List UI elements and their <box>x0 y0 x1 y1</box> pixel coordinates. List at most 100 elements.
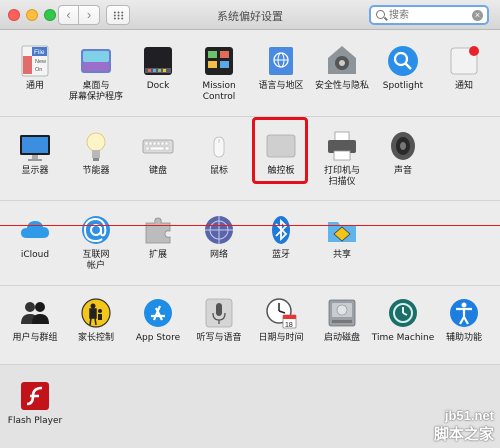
pref-startup-disk-label: 启动磁盘 <box>323 333 360 343</box>
printers-scanners-icon <box>325 129 359 163</box>
back-button[interactable]: ‹ <box>58 5 79 25</box>
pref-printers-label: 打印机与 扫描仪 <box>323 166 360 187</box>
pref-sharing[interactable]: 共享 <box>310 213 374 261</box>
keyboard-icon <box>141 129 175 163</box>
users-groups-icon <box>18 296 52 330</box>
pref-sharing-label: 共享 <box>332 250 351 260</box>
chevron-left-icon: ‹ <box>66 7 71 22</box>
watermark-url: jb51.net <box>444 408 494 423</box>
pref-spotlight[interactable]: Spotlight <box>371 44 435 92</box>
pref-app-store[interactable]: App Store <box>126 296 190 344</box>
hardware-section: 显示器 节能器 键盘 鼠标 触控板 打印机与 扫描仪 声音 <box>0 117 500 200</box>
internet-accounts-icon <box>79 213 113 247</box>
pref-keyboard-label: 键盘 <box>148 166 167 176</box>
pref-startup-disk[interactable]: 启动磁盘 <box>310 296 374 344</box>
watermark: jb51.net 脚本之家 <box>376 408 494 443</box>
startup-disk-icon <box>325 296 359 330</box>
pref-general[interactable]: File New On 通用 <box>3 44 67 92</box>
pref-users[interactable]: 用户与群组 <box>3 296 67 344</box>
language-region-icon <box>264 44 298 78</box>
pref-extensions[interactable]: 扩展 <box>126 213 190 261</box>
pref-security-label: 安全性与隐私 <box>314 81 369 91</box>
pref-app-store-label: App Store <box>135 333 181 343</box>
pref-mission-control-label: Mission Control <box>202 81 236 102</box>
search-input[interactable] <box>389 8 467 23</box>
forward-button[interactable]: › <box>79 5 100 25</box>
annotation-line <box>0 225 500 226</box>
app-store-icon <box>141 296 175 330</box>
pref-icloud[interactable]: iCloud <box>3 213 67 261</box>
bluetooth-icon <box>264 213 298 247</box>
pref-dictation[interactable]: 听写与语音 <box>187 296 251 344</box>
pref-accessibility-label: 辅助功能 <box>445 333 482 343</box>
personal-section: File New On 通用 桌面与 屏幕保护程序 Dock Mission C… <box>0 31 500 116</box>
parental-controls-icon <box>79 296 113 330</box>
pref-flash-player[interactable]: Flash Player <box>3 379 67 427</box>
accessibility-icon <box>447 296 481 330</box>
mission-control-icon <box>202 44 236 78</box>
pref-accessibility[interactable]: 辅助功能 <box>432 296 496 344</box>
pref-sound[interactable]: 声音 <box>371 129 435 177</box>
pref-bluetooth-label: 蓝牙 <box>271 250 290 260</box>
pref-network[interactable]: 网络 <box>187 213 251 261</box>
time-machine-icon <box>386 296 420 330</box>
pref-flash-player-label: Flash Player <box>7 416 63 426</box>
pref-mission-control[interactable]: Mission Control <box>187 44 251 103</box>
new-text: New <box>35 59 46 65</box>
mouse-icon <box>202 129 236 163</box>
pref-desktop-label: 桌面与 屏幕保护程序 <box>68 81 123 102</box>
pref-displays[interactable]: 显示器 <box>3 129 67 177</box>
pref-network-label: 网络 <box>209 250 228 260</box>
pref-sound-label: 声音 <box>393 166 412 176</box>
show-all-button[interactable] <box>106 5 130 25</box>
zoom-button[interactable] <box>44 9 56 21</box>
file-text: File <box>34 49 45 56</box>
pref-language[interactable]: 语言与地区 <box>249 44 313 92</box>
pref-desktop[interactable]: 桌面与 屏幕保护程序 <box>64 44 128 103</box>
minimize-button[interactable] <box>26 9 38 21</box>
system-section: 用户与群组 家长控制 App Store 听写与语音 18 日期与时间 启动磁盘… <box>0 286 500 364</box>
pref-internet-accounts[interactable]: 互联网 帐户 <box>64 213 128 272</box>
watermark-text: 脚本之家 <box>433 425 494 443</box>
pref-printers[interactable]: 打印机与 扫描仪 <box>310 129 374 188</box>
energy-saver-icon <box>79 129 113 163</box>
pref-parental[interactable]: 家长控制 <box>64 296 128 344</box>
pref-mouse-label: 鼠标 <box>209 166 228 176</box>
trackpad-highlight-box <box>252 117 308 184</box>
pref-dock-label: Dock <box>146 81 170 91</box>
internet-section: iCloud 互联网 帐户 扩展 网络 蓝牙 共享 <box>0 201 500 285</box>
pref-bluetooth[interactable]: 蓝牙 <box>249 213 313 261</box>
clear-search-icon[interactable]: × <box>472 10 483 21</box>
pref-time-machine[interactable]: Time Machine <box>371 296 435 344</box>
window-title: 系统偏好设置 <box>217 11 283 23</box>
pref-energy-label: 节能器 <box>82 166 110 176</box>
pref-users-label: 用户与群组 <box>12 333 58 343</box>
spotlight-icon <box>386 44 420 78</box>
on-text: On <box>35 67 42 73</box>
pref-extensions-label: 扩展 <box>148 250 167 260</box>
pref-icloud-label: iCloud <box>20 250 50 260</box>
search-icon <box>376 10 385 19</box>
pref-mouse[interactable]: 鼠标 <box>187 129 251 177</box>
close-button[interactable] <box>8 9 20 21</box>
icloud-icon <box>18 213 52 247</box>
calendar-day-text: 18 <box>285 322 293 329</box>
pref-parental-label: 家长控制 <box>77 333 114 343</box>
displays-icon <box>18 129 52 163</box>
pref-notifications-label: 通知 <box>454 81 473 91</box>
pref-time-machine-label: Time Machine <box>371 333 435 343</box>
pref-language-label: 语言与地区 <box>258 81 304 91</box>
pref-date-time[interactable]: 18 日期与时间 <box>249 296 313 344</box>
pref-general-label: 通用 <box>25 81 44 91</box>
extensions-icon <box>141 213 175 247</box>
pref-dock[interactable]: Dock <box>126 44 190 92</box>
pref-security[interactable]: 安全性与隐私 <box>310 44 374 92</box>
pref-keyboard[interactable]: 键盘 <box>126 129 190 177</box>
search-field[interactable]: × <box>369 5 489 25</box>
dock-icon <box>141 44 175 78</box>
pref-notifications[interactable]: 通知 <box>432 44 496 92</box>
pref-displays-label: 显示器 <box>21 166 49 176</box>
sound-icon <box>386 129 420 163</box>
title-bar: ‹ › 系统偏好设置 × <box>0 0 500 30</box>
pref-energy[interactable]: 节能器 <box>64 129 128 177</box>
